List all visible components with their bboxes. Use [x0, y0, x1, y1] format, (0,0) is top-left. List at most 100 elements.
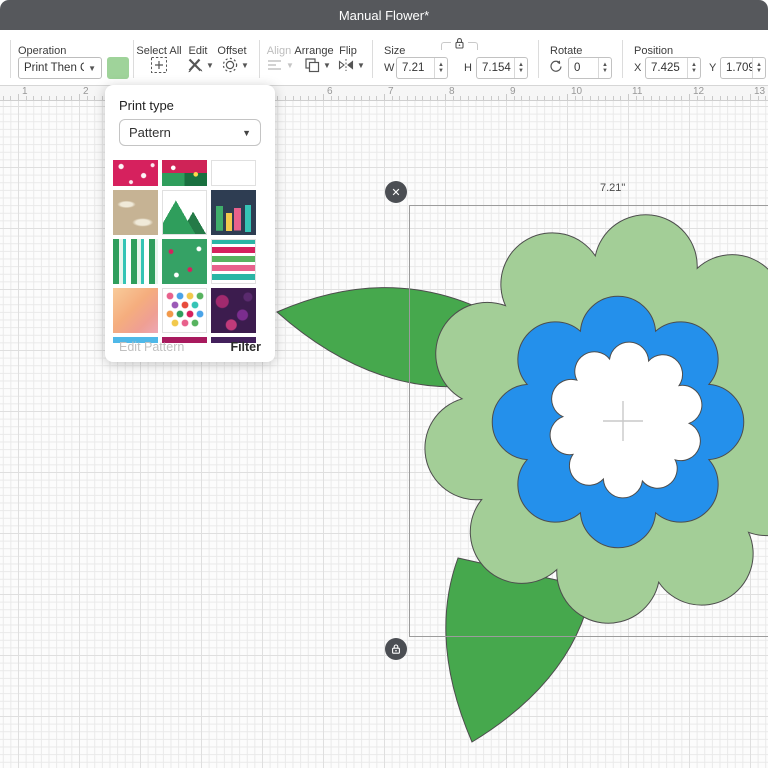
ruler-tick: [529, 96, 530, 100]
edit-button[interactable]: ▼: [186, 56, 214, 74]
ruler-tick: [3, 96, 4, 100]
rotate-input[interactable]: [569, 58, 598, 78]
ruler-tick: [41, 96, 42, 100]
rotate-button[interactable]: [548, 59, 563, 74]
height-field[interactable]: ▲▼: [476, 57, 528, 79]
popup-footer: Edit Pattern Filter: [119, 340, 261, 354]
ruler-tick: [605, 96, 606, 100]
y-axis-label: Y: [709, 62, 716, 74]
height-input[interactable]: [477, 58, 514, 78]
color-swatch[interactable]: [107, 57, 129, 79]
pattern-swatch-rainbow-dots[interactable]: [162, 288, 207, 333]
print-type-value: Pattern: [129, 125, 171, 140]
edit-icon: [186, 56, 204, 74]
ruler-tick: [49, 96, 50, 100]
height-stepper[interactable]: ▲▼: [514, 58, 527, 78]
ruler-tick: [491, 96, 492, 100]
position-y-field[interactable]: ▲▼: [720, 57, 766, 79]
ruler-tick: [437, 96, 438, 100]
ruler-number: 2: [83, 86, 89, 97]
ruler-tick: [308, 96, 309, 100]
pattern-swatch-tan-script[interactable]: [113, 190, 158, 235]
ruler-tick: [483, 96, 484, 100]
pattern-swatch-purple-abstract[interactable]: [211, 288, 256, 333]
document-title: Manual Flower*: [339, 8, 429, 23]
ruler-tick: [689, 94, 690, 100]
pattern-swatch-pine-trees-white[interactable]: [162, 190, 207, 235]
width-stepper[interactable]: ▲▼: [434, 58, 447, 78]
pattern-swatch-peach-gradient[interactable]: [113, 288, 158, 333]
print-type-dropdown[interactable]: Pattern ▼: [119, 119, 261, 146]
ruler-tick: [18, 94, 19, 100]
divider: [538, 40, 539, 78]
ruler-number: 1: [22, 86, 28, 97]
ruler-tick: [376, 96, 377, 100]
edit-pattern-button: Edit Pattern: [119, 340, 184, 354]
pattern-swatch-navy-village[interactable]: [211, 190, 256, 235]
ruler-tick: [415, 96, 416, 100]
ruler-tick: [407, 96, 408, 100]
position-x-stepper[interactable]: ▲▼: [687, 58, 700, 78]
ruler-tick: [369, 96, 370, 100]
align-icon: [266, 56, 284, 74]
chevron-down-icon: ▼: [88, 64, 96, 73]
ruler-tick: [94, 96, 95, 100]
selection-bounding-box[interactable]: [409, 205, 768, 637]
pattern-swatch-plain-white[interactable]: [211, 160, 256, 186]
ruler-tick: [582, 96, 583, 100]
ruler-tick: [315, 96, 316, 100]
ruler-tick: [559, 96, 560, 100]
ruler-tick: [674, 96, 675, 100]
ruler-tick: [445, 94, 446, 100]
ruler-tick: [666, 96, 667, 100]
print-type-popup: Print type Pattern ▼ Edit Pattern Filter: [105, 85, 275, 362]
ruler-tick: [468, 96, 469, 100]
ruler-number: 7: [388, 86, 394, 97]
position-y-input[interactable]: [721, 58, 752, 78]
filter-button[interactable]: Filter: [230, 340, 261, 354]
size-lock[interactable]: [441, 42, 478, 50]
ruler-tick: [552, 96, 553, 100]
lock-button[interactable]: [385, 638, 407, 660]
arrange-button[interactable]: ▼: [303, 56, 331, 74]
close-icon: ✕: [391, 186, 400, 199]
chevron-down-icon: ▼: [242, 128, 251, 138]
print-type-label: Print type: [119, 98, 174, 113]
divider: [259, 40, 260, 78]
pattern-swatch-pink-snowflakes[interactable]: [113, 160, 158, 186]
ruler-tick: [285, 96, 286, 100]
size-label: Size: [384, 45, 405, 57]
ruler-tick: [71, 96, 72, 100]
ruler-tick: [521, 96, 522, 100]
width-field[interactable]: ▲▼: [396, 57, 448, 79]
ruler-tick: [727, 96, 728, 100]
position-y-stepper[interactable]: ▲▼: [752, 58, 765, 78]
flip-button[interactable]: ▼: [337, 56, 365, 74]
rotate-stepper[interactable]: ▲▼: [598, 58, 611, 78]
chevron-down-icon: ▼: [323, 61, 331, 70]
select-all-icon: [150, 56, 168, 74]
operation-dropdown[interactable]: Print Then Cut ▼: [18, 57, 102, 79]
divider: [372, 40, 373, 78]
title-bar: Manual Flower*: [0, 0, 768, 30]
ruler-number: 13: [754, 86, 765, 97]
position-x-input[interactable]: [646, 58, 687, 78]
select-all-button[interactable]: [150, 56, 168, 74]
pattern-swatch-berry-sprigs-green[interactable]: [162, 239, 207, 284]
ruler-tick: [659, 96, 660, 100]
pattern-swatch-christmas-houses[interactable]: [162, 160, 207, 186]
position-x-field[interactable]: ▲▼: [645, 57, 701, 79]
ruler-tick: [430, 96, 431, 100]
pattern-swatch-holiday-letters[interactable]: [211, 239, 256, 284]
width-input[interactable]: [397, 58, 434, 78]
pattern-swatch-green-stripes-trees[interactable]: [113, 239, 158, 284]
ruler-tick: [300, 96, 301, 100]
ruler-tick: [620, 96, 621, 100]
deselect-button[interactable]: ✕: [385, 181, 407, 203]
ruler-tick: [598, 96, 599, 100]
width-axis-label: W: [384, 62, 394, 74]
rotate-field[interactable]: ▲▼: [568, 57, 612, 79]
ruler-tick: [460, 96, 461, 100]
ruler-tick: [399, 96, 400, 100]
offset-button[interactable]: ▼: [221, 56, 249, 74]
